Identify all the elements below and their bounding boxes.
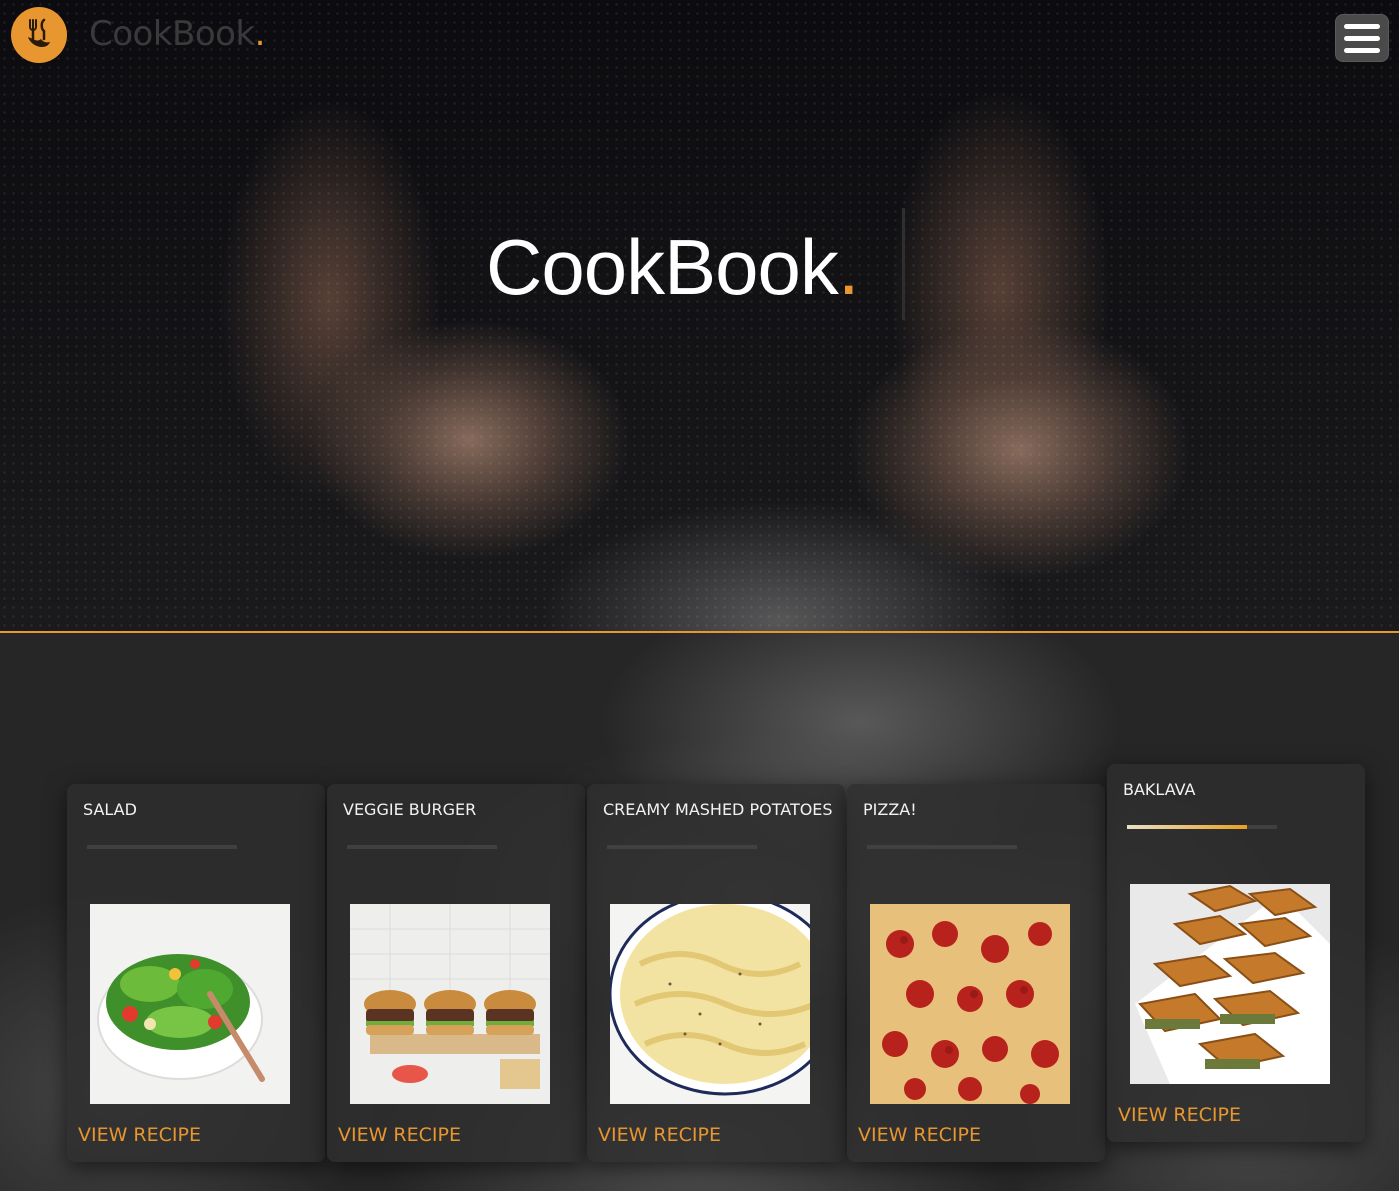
brand-name[interactable]: CookBook. (89, 14, 265, 54)
menu-button[interactable] (1335, 14, 1389, 62)
flour-dust-overlay (0, 0, 1399, 631)
recipe-card-underline (1127, 825, 1277, 829)
recipe-card-salad[interactable]: SALAD VIEW RECIPE (67, 784, 325, 1162)
cutlery-hand-icon (28, 18, 50, 47)
hamburger-menu-icon-bar (1344, 35, 1380, 41)
recipe-card-title: SALAD (83, 800, 137, 819)
veggie-burgers-image (350, 904, 550, 1104)
hamburger-menu-icon (1344, 23, 1380, 29)
view-recipe-link[interactable]: VIEW RECIPE (858, 1124, 981, 1146)
salad-bowl-image (90, 904, 290, 1104)
view-recipe-link[interactable]: VIEW RECIPE (338, 1124, 461, 1146)
logo[interactable] (11, 7, 67, 63)
mashed-potatoes-image (610, 904, 810, 1104)
pepperoni-pizza-image (870, 904, 1070, 1104)
recipe-card-pizza[interactable]: PIZZA! VIEW RECIPE (847, 784, 1105, 1162)
view-recipe-link[interactable]: VIEW RECIPE (598, 1124, 721, 1146)
hero-title-dot: . (837, 223, 860, 311)
hero-title-text: CookBook (486, 223, 839, 311)
recipe-card-underline-fill (1127, 825, 1247, 829)
brand-dot: . (254, 14, 266, 54)
brand-text: CookBook (89, 14, 255, 54)
baklava-image (1130, 884, 1330, 1084)
recipe-card-underline (607, 845, 757, 849)
recipe-card-veggie-burger[interactable]: VEGGIE BURGER VIEW RECIPE (327, 784, 585, 1162)
hero-banner (0, 0, 1399, 631)
recipe-card-creamy-mashed-potatoes[interactable]: CREAMY MASHED POTATOES VIEW RECIPE (587, 784, 845, 1162)
recipe-card-underline (347, 845, 497, 849)
view-recipe-link[interactable]: VIEW RECIPE (1118, 1104, 1241, 1126)
recipe-card-baklava[interactable]: BAKLAVA VIEW RECIPE (1107, 764, 1365, 1142)
recipe-card-title: VEGGIE BURGER (343, 800, 477, 819)
recipe-card-title: PIZZA! (863, 800, 917, 819)
hero-title: CookBook. (486, 222, 860, 313)
recipe-card-title: CREAMY MASHED POTATOES (603, 800, 833, 819)
recipe-card-underline (87, 845, 237, 849)
recipe-card-title: BAKLAVA (1123, 780, 1196, 799)
hero-divider (0, 631, 1399, 633)
typing-cursor (902, 208, 905, 320)
hamburger-menu-icon-bar (1344, 47, 1380, 53)
view-recipe-link[interactable]: VIEW RECIPE (78, 1124, 201, 1146)
recipe-card-underline (867, 845, 1017, 849)
